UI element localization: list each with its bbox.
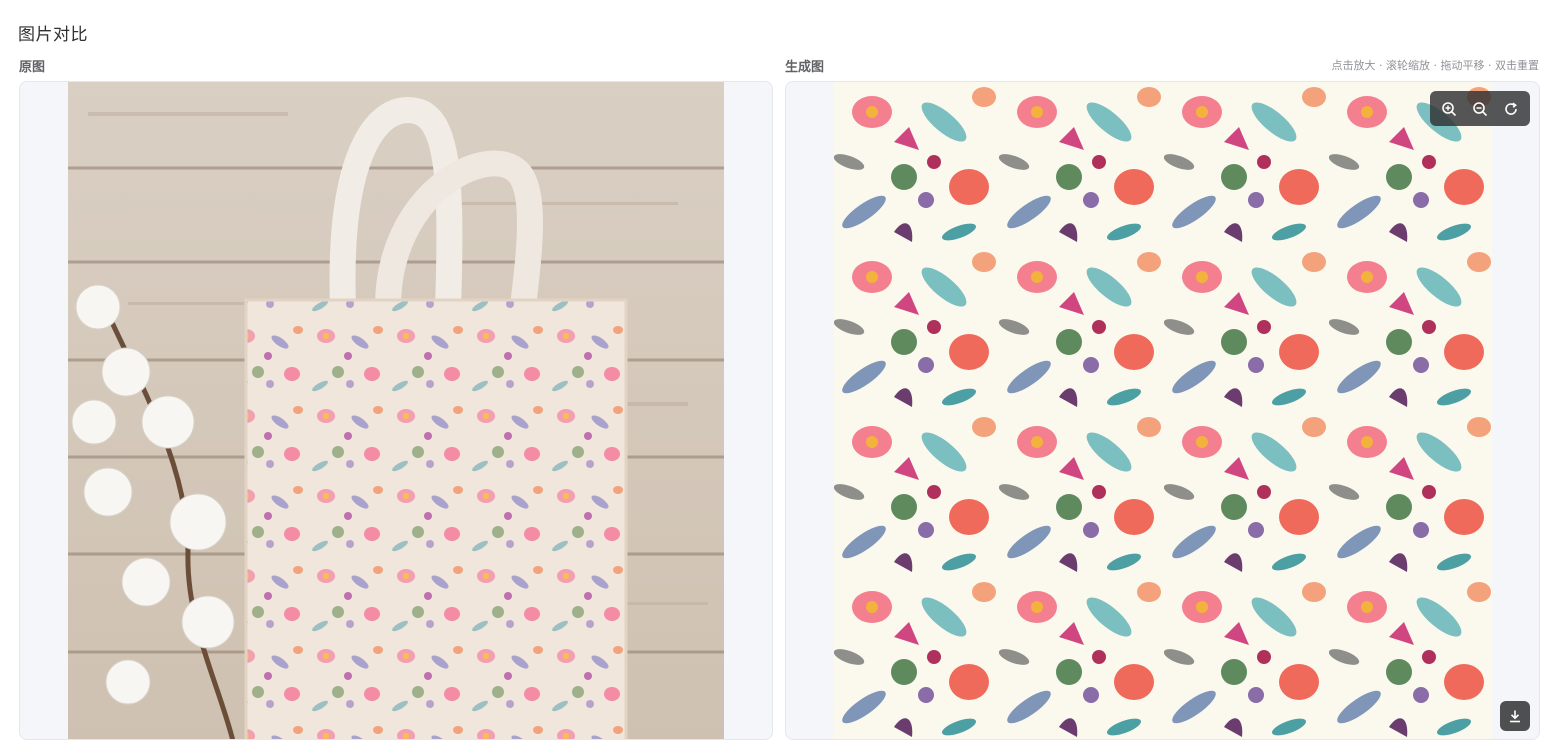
original-image[interactable] <box>68 82 724 739</box>
download-button[interactable] <box>1500 701 1530 731</box>
image-toolbar <box>1430 91 1530 126</box>
reset-icon[interactable] <box>1498 96 1524 122</box>
generated-image-frame[interactable] <box>785 81 1540 740</box>
download-icon <box>1510 710 1520 723</box>
zoom-in-icon[interactable] <box>1436 96 1462 122</box>
original-image-frame[interactable] <box>19 81 773 740</box>
interaction-hint: 点击放大 · 滚轮缩放 · 拖动平移 · 双击重置 <box>1331 59 1539 72</box>
generated-label: 生成图 <box>785 60 825 75</box>
zoom-out-icon[interactable] <box>1467 96 1493 122</box>
floral-pattern-image <box>834 82 1492 739</box>
generated-image[interactable] <box>834 82 1492 739</box>
original-label: 原图 <box>19 60 46 75</box>
page-title: 图片对比 <box>18 25 88 45</box>
tote-bag-photo <box>68 82 724 739</box>
